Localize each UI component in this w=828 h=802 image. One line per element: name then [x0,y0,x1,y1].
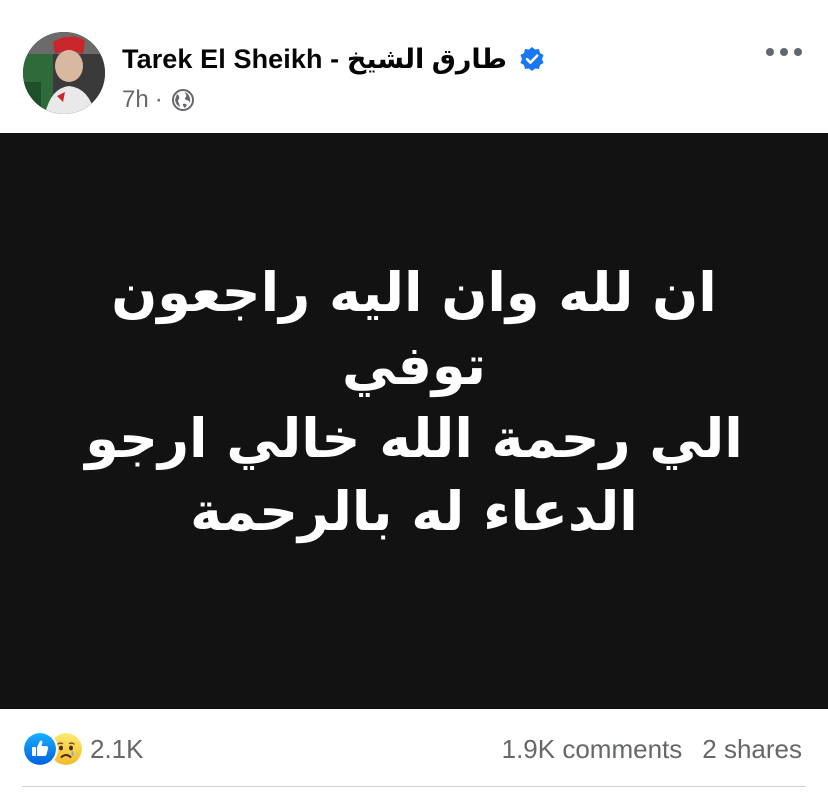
post-image-text: ان لله وان اليه راجعون توفي الي رحمة الل… [85,261,743,543]
author-name-row: Tarek El Sheikh - طارق الشيخ [122,42,545,76]
more-dot-icon [794,48,802,56]
globe-icon[interactable] [171,88,195,112]
meta-separator: · [154,86,163,113]
comments-count-link[interactable]: 1.9K comments [502,734,683,765]
post-meta: 7h · [122,86,195,114]
shares-count-link[interactable]: 2 shares [702,734,802,765]
author-name[interactable]: Tarek El Sheikh - طارق الشيخ [122,44,507,75]
reaction-count: 2.1K [90,733,144,764]
author-avatar[interactable] [23,32,105,114]
like-icon [24,733,56,765]
post-image[interactable]: ان لله وان اليه راجعون توفي الي رحمة الل… [0,133,828,709]
more-dot-icon [780,48,788,56]
footer-divider [22,786,806,787]
post-footer: 2.1K 1.9K comments 2 shares [0,709,828,802]
facebook-post: Tarek El Sheikh - طارق الشيخ 7h · ان لله… [0,0,828,802]
avatar-photo [23,32,105,114]
post-time[interactable]: 7h [122,86,149,114]
post-header: Tarek El Sheikh - طارق الشيخ 7h · [0,0,828,133]
more-dot-icon [766,48,774,56]
more-options-button[interactable] [766,40,802,64]
reaction-icons [24,733,90,765]
engagement-stats: 1.9K comments 2 shares [502,733,802,765]
reactions-summary[interactable]: 2.1K [24,733,144,765]
verified-badge-icon [519,46,545,72]
